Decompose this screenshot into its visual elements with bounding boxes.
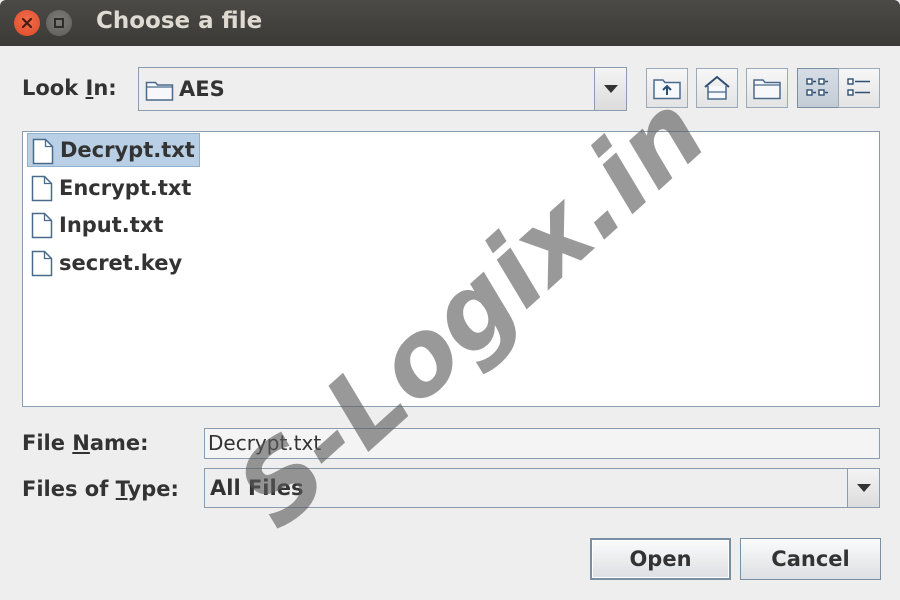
file-icon xyxy=(31,175,53,202)
file-item-decrypt[interactable]: Decrypt.txt xyxy=(27,133,200,167)
file-item-input[interactable]: Input.txt xyxy=(27,208,167,242)
list-view-icon xyxy=(806,78,828,96)
minimize-button[interactable] xyxy=(46,10,72,36)
file-icon xyxy=(32,138,54,165)
new-folder-button[interactable] xyxy=(746,68,788,108)
file-name-label: Input.txt xyxy=(59,213,164,237)
files-of-type-label: Files of Type: xyxy=(22,477,179,501)
look-in-value: AES xyxy=(179,77,225,101)
close-button[interactable] xyxy=(14,10,40,36)
files-of-type-combo[interactable]: All Files xyxy=(204,468,880,508)
up-folder-button[interactable] xyxy=(646,68,688,108)
file-item-secret-key[interactable]: secret.key xyxy=(27,246,186,280)
details-view-icon xyxy=(847,78,870,96)
chevron-down-icon xyxy=(603,85,618,93)
file-name-label: Encrypt.txt xyxy=(59,176,192,200)
close-icon xyxy=(21,17,33,29)
cancel-button[interactable]: Cancel xyxy=(740,538,881,580)
title-bar: Choose a file xyxy=(0,0,900,46)
file-name-label: File Name: xyxy=(22,431,149,455)
details-view-button[interactable] xyxy=(838,68,880,108)
open-button[interactable]: Open xyxy=(590,538,731,580)
home-icon xyxy=(704,75,730,100)
files-of-type-value: All Files xyxy=(210,476,304,500)
file-item-encrypt[interactable]: Encrypt.txt xyxy=(27,171,195,205)
window-title: Choose a file xyxy=(96,8,263,34)
file-name-label: secret.key xyxy=(59,251,183,275)
look-in-label: Look In: xyxy=(22,76,117,100)
file-name-input[interactable]: Decrypt.txt xyxy=(204,428,880,459)
new-folder-icon xyxy=(753,79,781,100)
up-folder-icon xyxy=(653,79,681,100)
look-in-dropdown-button[interactable] xyxy=(594,68,626,110)
home-button[interactable] xyxy=(696,68,738,108)
look-in-combo[interactable]: AES xyxy=(138,67,627,111)
minimize-icon xyxy=(54,18,64,28)
file-list[interactable]: Decrypt.txt Encrypt.txt Input.txt secret… xyxy=(22,131,880,407)
file-icon xyxy=(31,212,53,239)
file-name-label: Decrypt.txt xyxy=(60,138,195,162)
file-icon xyxy=(31,250,53,277)
files-of-type-dropdown-button[interactable] xyxy=(847,469,879,507)
list-view-button[interactable] xyxy=(797,68,839,108)
folder-icon xyxy=(145,81,174,101)
chevron-down-icon xyxy=(856,484,871,492)
